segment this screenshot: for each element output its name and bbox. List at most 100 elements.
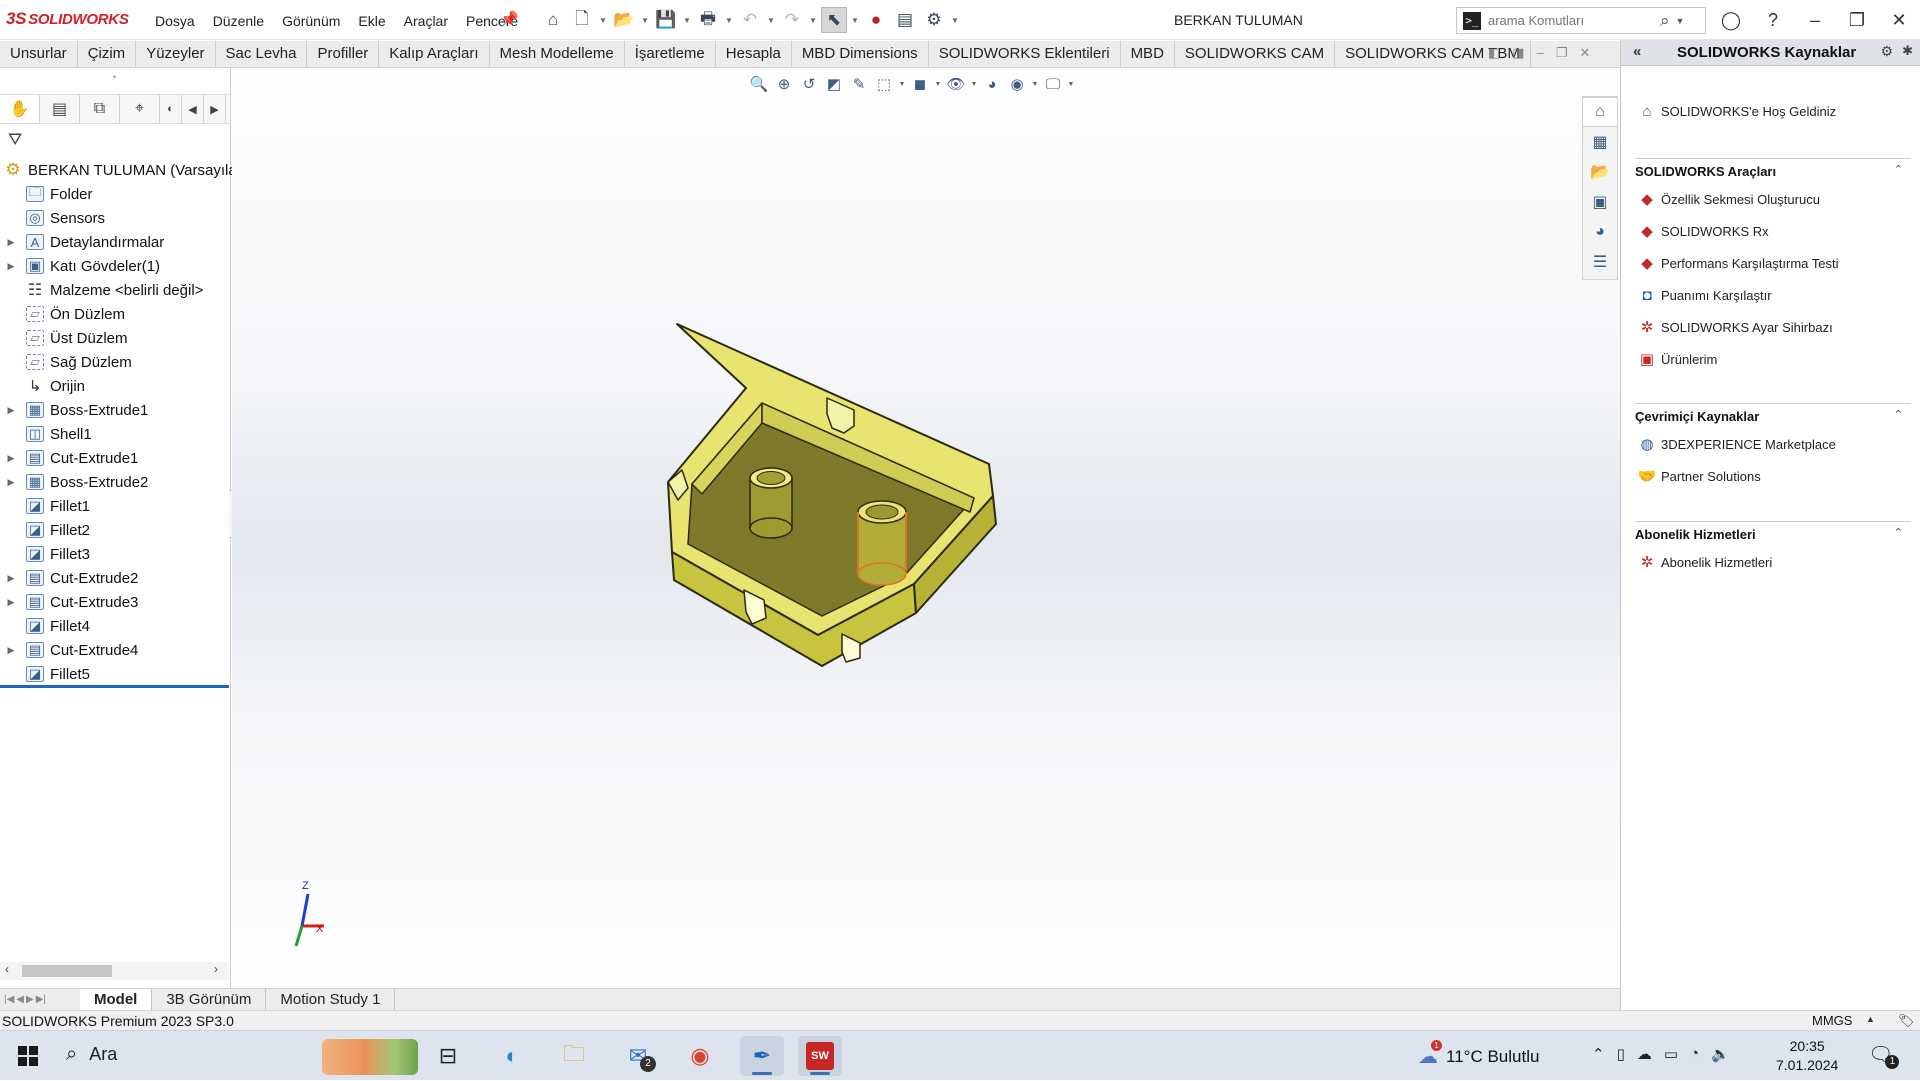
restore-icon[interactable]: ❐ — [1836, 10, 1878, 31]
last-tab-icon[interactable]: ▶| — [36, 994, 46, 1005]
custom-properties-tab-icon[interactable]: ☰ — [1583, 247, 1617, 277]
select-cursor-icon[interactable]: ⬉ — [821, 7, 847, 33]
redo-icon[interactable]: ↷ — [779, 7, 805, 33]
tab-mbd[interactable]: MBD — [1121, 41, 1175, 67]
battery-icon[interactable]: ▭ — [1664, 1045, 1678, 1063]
tab-sac-levha[interactable]: Sac Levha — [216, 41, 308, 67]
tile-right-icon[interactable]: ◨ — [1512, 45, 1524, 61]
menu-araclar[interactable]: Araçlar — [395, 13, 457, 29]
filter-icon[interactable]: ⛛ — [8, 130, 22, 150]
unit-system[interactable]: MMGS — [1812, 1013, 1852, 1028]
menu-ekle[interactable]: Ekle — [349, 13, 394, 29]
view-orientation-icon[interactable]: ⬚ — [873, 73, 895, 95]
view-orientation-dropdown-icon[interactable]: ▼ — [898, 81, 906, 88]
search-commands-box[interactable]: >_ ⌕ ▼ — [1456, 7, 1706, 34]
app-feather-icon[interactable]: ✒ — [740, 1036, 784, 1076]
select-dropdown-icon[interactable]: ▼ — [850, 16, 860, 25]
apply-scene-dropdown-icon[interactable]: ▼ — [1031, 81, 1039, 88]
undo-icon[interactable]: ↶ — [737, 7, 763, 33]
tab-motion-study[interactable]: Motion Study 1 — [266, 989, 396, 1010]
tab-solidworks-eklentileri[interactable]: SOLIDWORKS Eklentileri — [929, 41, 1121, 67]
open-folder-icon[interactable]: 📂 — [611, 7, 637, 33]
tab-cizim[interactable]: Çizim — [78, 41, 137, 67]
tab-hesapla[interactable]: Hesapla — [716, 41, 792, 67]
mail-icon[interactable]: ✉ 2 — [616, 1036, 660, 1076]
tile-left-icon[interactable]: ◧ — [1488, 45, 1500, 61]
tree-item[interactable]: ◪ Fillet5 — [0, 662, 229, 686]
tree-item[interactable]: ▱ Üst Düzlem — [0, 326, 229, 350]
tree-item[interactable]: ▶ ▤ Cut-Extrude3 — [0, 590, 229, 614]
tool-link-performance-benchmark[interactable]: ◆ Performans Karşılaştırma Testi — [1637, 254, 1838, 272]
tree-item[interactable]: ▶ ▤ Cut-Extrude1 — [0, 446, 229, 470]
tab-model[interactable]: Model — [80, 989, 153, 1010]
tree-item[interactable]: ◎ Sensors — [0, 206, 229, 230]
expand-arrow-icon[interactable]: ▶ — [0, 597, 22, 608]
undo-dropdown-icon[interactable]: ▼ — [766, 16, 776, 25]
prev-tab-icon[interactable]: ◀ — [16, 994, 24, 1005]
tree-item[interactable]: 🗀 Folder — [0, 182, 229, 206]
expand-arrow-icon[interactable]: ▶ — [0, 261, 22, 272]
property-manager-tab-icon[interactable]: ▤ — [40, 95, 80, 123]
tab-profiller[interactable]: Profiller — [307, 41, 380, 67]
display-style-icon[interactable]: ◼ — [909, 73, 931, 95]
file-properties-icon[interactable]: ▤ — [892, 7, 918, 33]
tree-item[interactable]: ▶ ▤ Cut-Extrude4 — [0, 638, 229, 662]
online-link-partner-solutions[interactable]: 🤝 Partner Solutions — [1637, 467, 1761, 485]
section-online-resources[interactable]: Çevrimiçi Kaynaklar ⌃ — [1635, 403, 1911, 424]
chevron-up-icon[interactable]: ⌃ — [1894, 163, 1903, 176]
expand-arrow-icon[interactable]: ▶ — [0, 453, 22, 464]
hide-show-items-icon[interactable]: 👁 — [945, 73, 967, 95]
tree-item[interactable]: ▶ ▣ Katı Gövdeler(1) — [0, 254, 229, 278]
welcome-link[interactable]: ⌂ SOLIDWORKS'e Hoş Geldiniz — [1637, 102, 1836, 120]
chevron-up-icon[interactable]: ⌃ — [1894, 408, 1903, 421]
home-icon[interactable]: ⌂ — [540, 7, 566, 33]
file-explorer-icon[interactable]: 🗀 — [552, 1036, 596, 1076]
print-icon[interactable]: 🖶 — [695, 7, 721, 33]
model-viewport[interactable] — [232, 68, 1620, 988]
expand-arrow-icon[interactable]: ▶ — [0, 477, 22, 488]
zoom-to-area-icon[interactable]: ⊕ — [773, 73, 795, 95]
tree-item[interactable]: ↳ Orijin — [0, 374, 229, 398]
sub-link-subscription-services[interactable]: ✲ Abonelik Hizmetleri — [1637, 553, 1773, 571]
edge-browser-icon[interactable]: ◐ — [490, 1036, 534, 1076]
expand-arrow-icon[interactable]: ▶ — [0, 573, 22, 584]
tool-link-property-tab-builder[interactable]: ◆ Özellik Sekmesi Oluşturucu — [1637, 190, 1820, 208]
section-subscription-services[interactable]: Abonelik Hizmetleri ⌃ — [1635, 521, 1911, 542]
edit-appearance-icon[interactable]: ◕ — [981, 73, 1003, 95]
device-icon[interactable]: ▯ — [1617, 1045, 1625, 1063]
minimize-icon[interactable]: – — [1794, 10, 1836, 31]
tree-item[interactable]: ▱ Ön Düzlem — [0, 302, 229, 326]
close-icon[interactable]: ✕ — [1878, 10, 1920, 31]
print-dropdown-icon[interactable]: ▼ — [724, 16, 734, 25]
online-link-marketplace[interactable]: ◍ 3DEXPERIENCE Marketplace — [1637, 435, 1835, 453]
search-input[interactable] — [1488, 13, 1658, 28]
menu-gorunum[interactable]: Görünüm — [273, 13, 349, 29]
display-style-dropdown-icon[interactable]: ▼ — [934, 81, 942, 88]
quick-tips-icon[interactable]: 🏷 — [1898, 1013, 1915, 1029]
tree-item[interactable]: ◪ Fillet4 — [0, 614, 229, 638]
doc-restore-icon[interactable]: ❐ — [1556, 45, 1568, 61]
chrome-icon[interactable]: ◉ — [678, 1036, 722, 1076]
horizontal-scrollbar[interactable]: ‹ › — [0, 962, 229, 980]
view-palette-tab-icon[interactable]: ▣ — [1583, 187, 1617, 217]
design-library-tab-icon[interactable]: ▦ — [1583, 127, 1617, 157]
tabs-prev-icon[interactable]: ◀ — [182, 95, 204, 123]
panel-grip-icon[interactable]: • — [0, 72, 229, 84]
solidworks-resources-tab-icon[interactable]: ⌂ — [1583, 97, 1617, 127]
wifi-icon[interactable]: ◔ — [1690, 1045, 1699, 1063]
next-tab-icon[interactable]: ▶ — [26, 994, 34, 1005]
section-view-icon[interactable]: ◩ — [823, 73, 845, 95]
taskbar-search[interactable]: ⌕ Ara — [66, 1043, 117, 1066]
taskbar-clock[interactable]: 20:35 7.01.2024 — [1776, 1037, 1838, 1075]
options-dropdown-icon[interactable]: ▼ — [950, 16, 960, 25]
tab-yuzeyler[interactable]: Yüzeyler — [136, 41, 216, 67]
zoom-to-fit-icon[interactable]: 🔍 — [748, 73, 770, 95]
solidworks-taskbar-icon[interactable]: SW — [798, 1036, 842, 1076]
section-solidworks-tools[interactable]: SOLIDWORKS Araçları ⌃ — [1635, 158, 1911, 179]
solidworks-logo[interactable]: 3S SOLIDWORKS — [6, 9, 129, 29]
tab-mesh-modelleme[interactable]: Mesh Modelleme — [490, 41, 625, 67]
expand-arrow-icon[interactable]: ▶ — [0, 237, 22, 248]
scroll-right-icon[interactable]: › — [214, 962, 218, 976]
start-button[interactable] — [0, 1031, 56, 1081]
pin-menu-icon[interactable]: 📌 — [500, 10, 519, 28]
